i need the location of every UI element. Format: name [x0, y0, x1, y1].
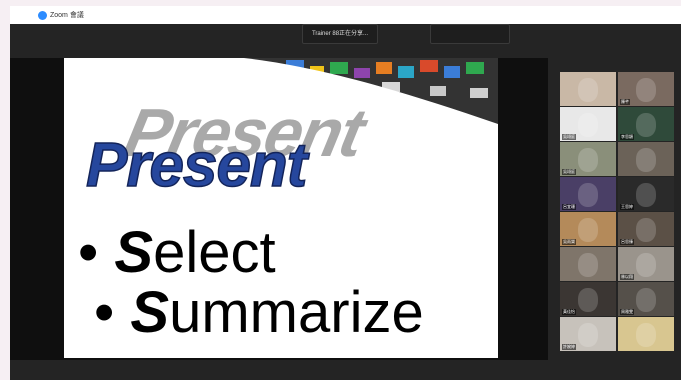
- participant-video-tile[interactable]: 呂宜珊: [560, 177, 616, 211]
- participant-video: [578, 323, 598, 347]
- participant-video: [636, 253, 656, 277]
- participant-video: [578, 183, 598, 207]
- participant-name: 許婉婷: [562, 344, 576, 350]
- participant-name: 吳翊庭: [562, 134, 576, 140]
- bullet-select: • Select: [78, 220, 276, 285]
- participant-video-tile[interactable]: 陳芊: [618, 72, 674, 106]
- participant-name: 林以翔: [620, 274, 634, 280]
- participant-video: [578, 253, 598, 277]
- bullet-text: ummarize: [169, 280, 424, 345]
- participant-name: 呂思臻: [620, 239, 634, 245]
- slide-title: Present: [85, 130, 308, 201]
- participant-video: [636, 323, 656, 347]
- zoom-logo-icon: [38, 11, 47, 20]
- participant-video-tile[interactable]: 王思婷: [618, 177, 674, 211]
- participant-video: [636, 218, 656, 242]
- participant-name: 黃佳怡: [562, 309, 576, 315]
- screen-share-banner[interactable]: Trainer 88正在分享...: [302, 24, 378, 44]
- participant-video: [636, 288, 656, 312]
- participant-video-tile[interactable]: 許婉婷: [560, 317, 616, 351]
- participant-video-tile[interactable]: 李思穎: [618, 107, 674, 141]
- participant-video-tile[interactable]: 吳雨樂: [560, 212, 616, 246]
- participant-name: 吳雨樂: [562, 239, 576, 245]
- participant-video-tile[interactable]: 黃佳怡: [560, 282, 616, 316]
- participant-video-tile[interactable]: 吳翊庭: [560, 107, 616, 141]
- participant-video: [636, 183, 656, 207]
- participant-name: 吳翊庭: [562, 169, 576, 175]
- participant-name: 陳芊: [620, 99, 630, 105]
- participant-video: [636, 78, 656, 102]
- participant-video: [578, 78, 598, 102]
- participant-video: [578, 218, 598, 242]
- participant-video: [578, 288, 598, 312]
- bullet-summarize: • Summarize: [94, 280, 424, 345]
- participant-name: 王思婷: [620, 204, 634, 210]
- participant-name: 李思穎: [620, 134, 634, 140]
- participant-video: [636, 113, 656, 137]
- participant-video-tile[interactable]: [618, 317, 674, 351]
- presentation-slide: Present Present • Select • Summarize: [64, 58, 498, 358]
- participant-video-tile[interactable]: [560, 72, 616, 106]
- participant-video-tile[interactable]: [560, 247, 616, 281]
- window-title: Zoom 會議: [50, 12, 84, 19]
- participant-video-tile[interactable]: 呂思臻: [618, 212, 674, 246]
- participant-video-tile[interactable]: 周雅雯: [618, 282, 674, 316]
- participant-video-tile[interactable]: 吳翊庭: [560, 142, 616, 176]
- bullet-initial: S: [130, 280, 170, 345]
- participant-video: [578, 113, 598, 137]
- participant-video: [578, 148, 598, 172]
- participant-video-tile[interactable]: [618, 142, 674, 176]
- bullet-initial: S: [114, 220, 154, 285]
- participant-video: [636, 148, 656, 172]
- participant-video-tile[interactable]: 林以翔: [618, 247, 674, 281]
- bullet-text: elect: [153, 220, 276, 285]
- participant-name: 呂宜珊: [562, 204, 576, 210]
- view-options-button[interactable]: [430, 24, 510, 44]
- title-bar: Zoom 會議: [10, 6, 681, 24]
- participant-name: 周雅雯: [620, 309, 634, 315]
